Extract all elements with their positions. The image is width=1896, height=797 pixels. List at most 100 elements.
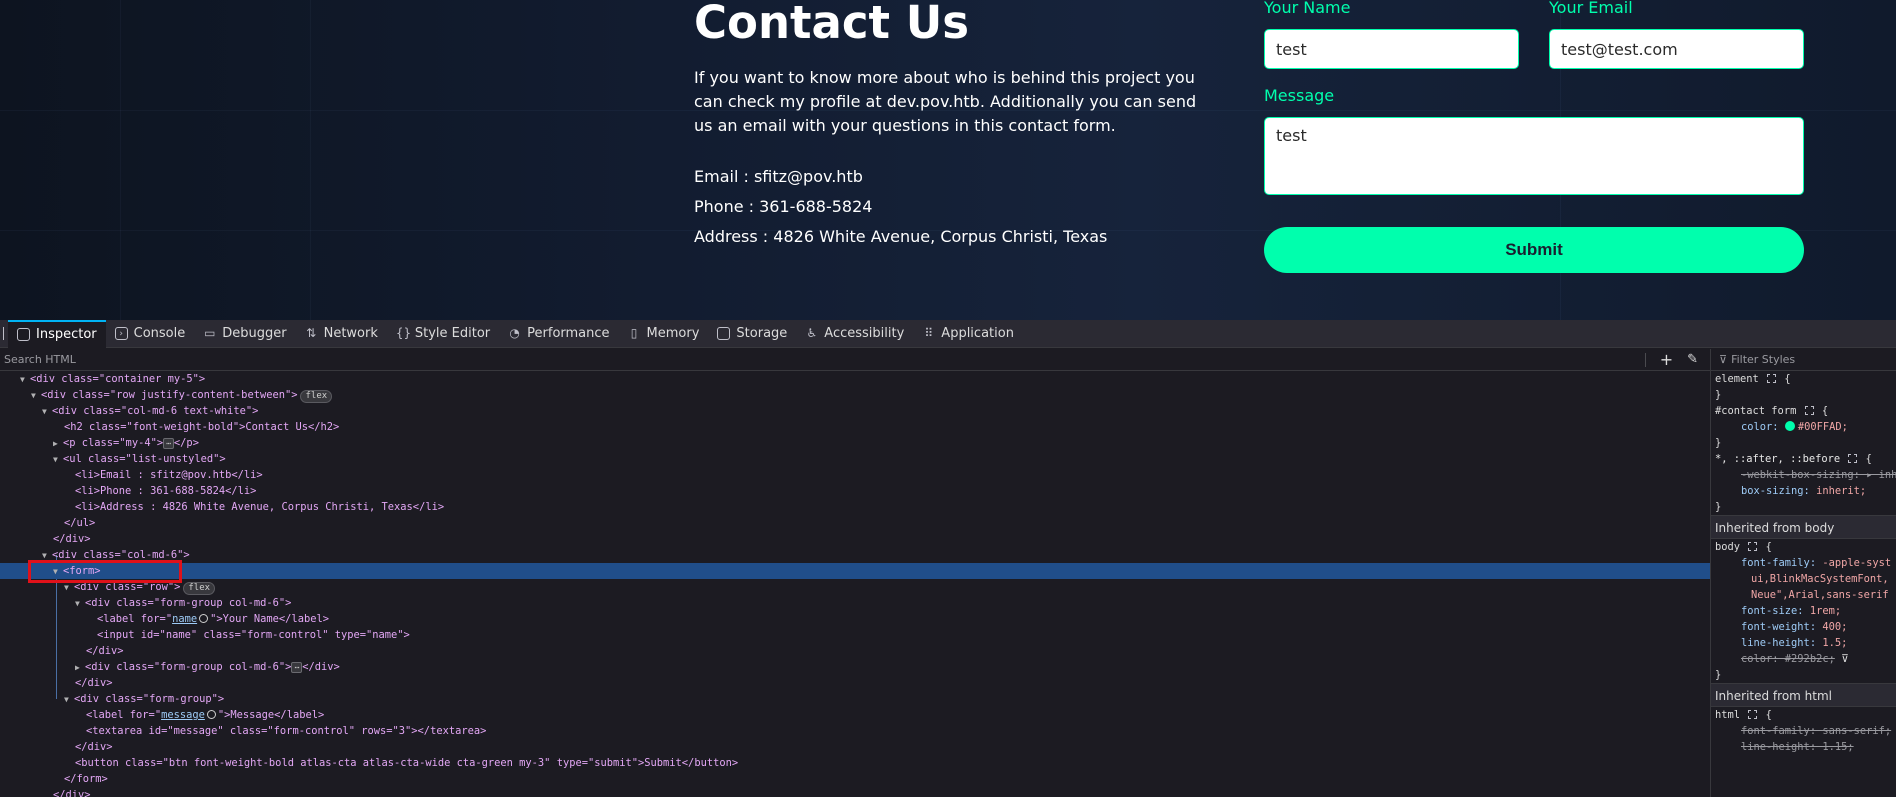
node-text: </div> bbox=[53, 533, 91, 545]
property-value: inherit; bbox=[1816, 485, 1867, 497]
tree-node[interactable]: ▼ <ul class="list-unstyled"> bbox=[0, 451, 1710, 467]
css-declaration[interactable]: line-height: 1.5; bbox=[1711, 635, 1896, 651]
css-declaration[interactable]: color: #00FFAD; bbox=[1711, 419, 1896, 435]
tree-node[interactable]: ▶ <p class="my-4"> ⋯ </p> bbox=[0, 435, 1710, 451]
css-declaration[interactable]: box-sizing: inherit; bbox=[1711, 483, 1896, 499]
expand-toggle-icon[interactable]: ▼ bbox=[31, 388, 41, 404]
property-value: 1.5; bbox=[1822, 637, 1848, 649]
css-declaration-overridden[interactable]: font-family: sans-serif; bbox=[1711, 723, 1896, 739]
box-model-icon[interactable] bbox=[1767, 374, 1777, 383]
tree-node[interactable]: <input id="name" class="form-control" ty… bbox=[0, 627, 1710, 643]
tree-node[interactable]: </form> bbox=[0, 771, 1710, 787]
brace: { bbox=[1765, 709, 1772, 721]
css-declaration[interactable]: font-weight: 400; bbox=[1711, 619, 1896, 635]
tree-node[interactable]: <h2 class="font-weight-bold">Contact Us<… bbox=[0, 419, 1710, 435]
rule-selector[interactable]: html { bbox=[1711, 707, 1896, 723]
rule-selector[interactable]: body { bbox=[1711, 539, 1896, 555]
tree-node-selected[interactable]: ▼ <form> bbox=[0, 563, 1710, 579]
box-model-icon[interactable] bbox=[1804, 406, 1814, 415]
box-model-icon[interactable] bbox=[1748, 710, 1758, 719]
property-name: font-family: bbox=[1741, 557, 1817, 569]
email-input[interactable]: test@test.com bbox=[1549, 29, 1804, 69]
tree-node[interactable]: <label for="name ">Your Name</label> bbox=[0, 611, 1710, 627]
tree-node[interactable]: <textarea id="message" class="form-contr… bbox=[0, 723, 1710, 739]
rule-selector[interactable]: *, ::after, ::before { bbox=[1711, 451, 1896, 467]
tab-application[interactable]: ⠿ Application bbox=[913, 320, 1023, 348]
node-text: <h2 class="font-weight-bold">Contact Us<… bbox=[64, 421, 340, 433]
expand-toggle-icon[interactable]: ▶ bbox=[75, 660, 85, 676]
tree-node[interactable]: ▼ <div class="form-group col-md-6"> bbox=[0, 595, 1710, 611]
name-input[interactable]: test bbox=[1264, 29, 1519, 69]
tree-node[interactable]: ▼ <div class="col-md-6"> bbox=[0, 547, 1710, 563]
tree-node[interactable]: ▶ <div class="form-group col-md-6"> ⋯ </div… bbox=[0, 659, 1710, 675]
rule-selector[interactable]: #contact form { bbox=[1711, 403, 1896, 419]
gear-icon[interactable] bbox=[206, 710, 216, 719]
rules-panel: ⊽ Filter Styles element { } #contact for… bbox=[1710, 349, 1896, 797]
tree-node[interactable]: ▼ <div class="form-group"> bbox=[0, 691, 1710, 707]
expand-toggle-icon[interactable]: ▼ bbox=[53, 452, 63, 468]
tab-performance[interactable]: ◔ Performance bbox=[499, 320, 618, 348]
css-declaration[interactable]: font-family: -apple-syst bbox=[1711, 555, 1896, 571]
tree-node[interactable]: </ul> bbox=[0, 515, 1710, 531]
tab-accessibility[interactable]: ♿ Accessibility bbox=[796, 320, 913, 348]
gear-icon[interactable] bbox=[199, 614, 209, 623]
tree-node[interactable]: <li>Address : 4826 White Avenue, Corpus … bbox=[0, 499, 1710, 515]
collapsed-content-badge[interactable]: ⋯ bbox=[163, 438, 174, 449]
tree-node[interactable]: <li>Phone : 361-688-5824</li> bbox=[0, 483, 1710, 499]
tab-inspector[interactable]: Inspector bbox=[8, 319, 106, 348]
tree-node[interactable]: ▼ <div class="container my-5"> bbox=[0, 371, 1710, 387]
css-declaration-overridden[interactable]: line-height: 1.15; bbox=[1711, 739, 1896, 755]
flex-badge[interactable]: flex bbox=[183, 582, 216, 595]
tab-storage[interactable]: Storage bbox=[708, 320, 796, 348]
intro-paragraph: If you want to know more about who is be… bbox=[694, 68, 1197, 135]
tab-network[interactable]: ⇅ Network bbox=[296, 320, 387, 348]
filter-styles-input[interactable]: Filter Styles bbox=[1731, 353, 1795, 366]
expand-toggle-icon[interactable]: ▶ bbox=[53, 436, 63, 452]
tab-debugger[interactable]: ▭ Debugger bbox=[194, 320, 295, 348]
css-declaration[interactable]: font-size: 1rem; bbox=[1711, 603, 1896, 619]
element-picker-button[interactable] bbox=[0, 320, 8, 348]
expand-toggle-icon[interactable]: ▼ bbox=[42, 404, 52, 420]
property-name: box-sizing: bbox=[1741, 485, 1810, 497]
tree-node[interactable]: ▼ <div class="row"> flex bbox=[0, 579, 1710, 595]
tree-node[interactable]: </div> bbox=[0, 739, 1710, 755]
email-input-value: test@test.com bbox=[1561, 39, 1678, 59]
filter-icon[interactable]: ⊽ bbox=[1841, 653, 1849, 665]
tree-node[interactable]: </div> bbox=[0, 643, 1710, 659]
search-html-input[interactable]: Search HTML bbox=[4, 353, 76, 366]
tab-style-editor[interactable]: {} Style Editor bbox=[387, 320, 499, 348]
html-tree: ▼ <div class="container my-5"> ▼ <div clas… bbox=[0, 371, 1710, 797]
node-text: <ul class="list-unstyled"> bbox=[63, 453, 226, 465]
label-for-link[interactable]: name bbox=[172, 613, 197, 625]
node-text: <div class="form-group col-md-6"> bbox=[85, 661, 292, 673]
submit-button[interactable]: Submit bbox=[1264, 227, 1804, 273]
tree-node[interactable]: </div> bbox=[0, 531, 1710, 547]
label-for-link[interactable]: message bbox=[161, 709, 205, 721]
tree-node[interactable]: <button class="btn font-weight-bold atla… bbox=[0, 755, 1710, 771]
tree-node[interactable]: </div> bbox=[0, 787, 1710, 797]
add-node-icon[interactable]: + bbox=[1660, 350, 1673, 369]
color-swatch-icon[interactable] bbox=[1784, 421, 1795, 431]
css-declaration-overridden[interactable]: color: #292b2c; ⊽ bbox=[1711, 651, 1896, 667]
tab-console[interactable]: › Console bbox=[106, 320, 195, 348]
expand-toggle-icon[interactable]: ▼ bbox=[75, 596, 85, 612]
tree-node[interactable]: ▼ <div class="row justify-content-between… bbox=[0, 387, 1710, 403]
tree-node[interactable]: <label for="message ">Message</label> bbox=[0, 707, 1710, 723]
tab-memory[interactable]: ▯ Memory bbox=[619, 320, 709, 348]
style-editor-icon: {} bbox=[395, 326, 412, 340]
node-text: <textarea id="message" class="form-contr… bbox=[86, 725, 487, 737]
box-model-icon[interactable] bbox=[1848, 454, 1858, 463]
brace: } bbox=[1715, 437, 1722, 449]
eyedropper-icon[interactable]: ✎ bbox=[1687, 352, 1698, 367]
collapsed-content-badge[interactable]: ⋯ bbox=[291, 662, 303, 673]
box-model-icon[interactable] bbox=[1748, 542, 1758, 551]
rule-selector[interactable]: element { bbox=[1711, 371, 1896, 387]
expand-toggle-icon[interactable]: ▼ bbox=[64, 692, 74, 708]
tree-node[interactable]: ▼ <div class="col-md-6 text-white"> bbox=[0, 403, 1710, 419]
expand-toggle-icon[interactable]: ▼ bbox=[20, 372, 30, 388]
tree-node[interactable]: <li>Email : sfitz@pov.htb</li> bbox=[0, 467, 1710, 483]
css-declaration-overridden[interactable]: -webkit-box-sizing: ▸ inh bbox=[1711, 467, 1896, 483]
message-textarea[interactable]: test bbox=[1264, 117, 1804, 195]
flex-badge[interactable]: flex bbox=[300, 390, 333, 403]
tree-node[interactable]: </div> bbox=[0, 675, 1710, 691]
